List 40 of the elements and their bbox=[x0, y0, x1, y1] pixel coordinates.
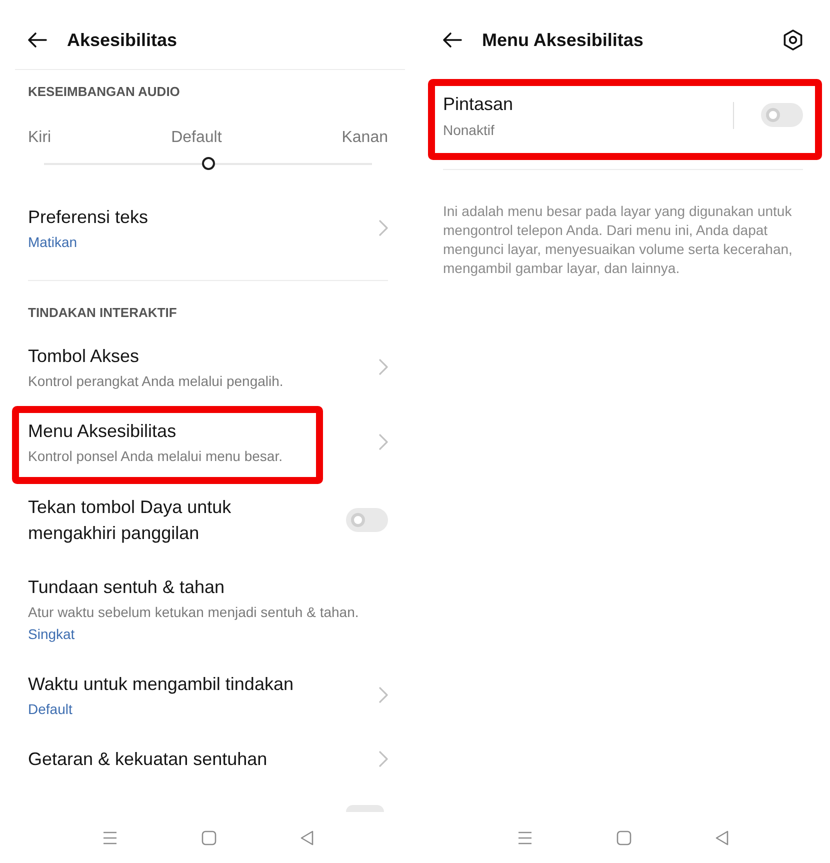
home-icon[interactable] bbox=[200, 830, 216, 846]
setting-title[interactable]: Tundaan sentuh & tahan bbox=[28, 575, 359, 599]
menu-icon[interactable] bbox=[102, 830, 118, 846]
balance-center-label: Default bbox=[171, 128, 222, 148]
setting-description: Kontrol perangkat Anda melalui pengalih. bbox=[28, 372, 284, 390]
slider-thumb[interactable] bbox=[202, 157, 214, 170]
screen-title: Aksesibilitas bbox=[67, 29, 178, 52]
setting-title[interactable]: Getaran & kekuatan sentuhan bbox=[28, 747, 268, 771]
setting-title[interactable]: Tekan tombol Daya untuk mengakhiri panggilan bbox=[28, 494, 290, 546]
section-heading: KESEIMBANGAN AUDIO bbox=[28, 84, 181, 100]
setting-description: Nonaktif bbox=[443, 121, 496, 139]
back-arrow-icon[interactable] bbox=[27, 32, 47, 48]
setting-title[interactable]: Tombol Akses bbox=[28, 344, 284, 368]
screen-title: Menu Aksesibilitas bbox=[482, 29, 644, 52]
setting-value: Matikan bbox=[28, 233, 78, 251]
setting-title[interactable]: Preferensi teks bbox=[28, 205, 148, 229]
setting-value: Singkat bbox=[28, 625, 76, 643]
setting-description: Kontrol ponsel Anda melalui menu besar. bbox=[28, 447, 282, 465]
back-icon[interactable] bbox=[714, 830, 728, 846]
chevron-right-icon bbox=[379, 751, 388, 767]
chevron-right-icon bbox=[379, 359, 388, 375]
section-heading: TINDAKAN INTERAKTIF bbox=[28, 305, 178, 321]
balance-right-label: Kanan bbox=[342, 128, 388, 148]
description-text: Ini adalah menu besar pada layar yang digunakan untuk mengontrol telepon Anda. Dari menu ini, Anda dapat mengunci layar, menyesuaikan volume serta kecerahan, mengambil gambar layar, dan lainnya. bbox=[443, 202, 794, 278]
setting-title[interactable]: Menu Aksesibilitas bbox=[28, 419, 282, 443]
setting-title[interactable]: Waktu untuk mengambil tindakan bbox=[28, 672, 294, 696]
setting-title[interactable]: Pintasan bbox=[443, 91, 514, 117]
back-arrow-icon[interactable] bbox=[442, 32, 462, 48]
toggle-switch[interactable] bbox=[346, 508, 388, 532]
balance-left-label: Kiri bbox=[28, 128, 52, 148]
chevron-right-icon bbox=[379, 434, 388, 450]
settings-icon[interactable] bbox=[783, 29, 803, 51]
home-icon[interactable] bbox=[616, 830, 632, 846]
chevron-right-icon bbox=[379, 687, 388, 703]
back-icon[interactable] bbox=[300, 830, 314, 846]
toggle-switch[interactable] bbox=[761, 103, 803, 127]
chevron-right-icon bbox=[379, 220, 388, 236]
setting-value: Default bbox=[28, 700, 74, 718]
menu-icon[interactable] bbox=[516, 830, 532, 846]
setting-description: Atur waktu sebelum ketukan menjadi sentuh & tahan. bbox=[28, 603, 359, 621]
